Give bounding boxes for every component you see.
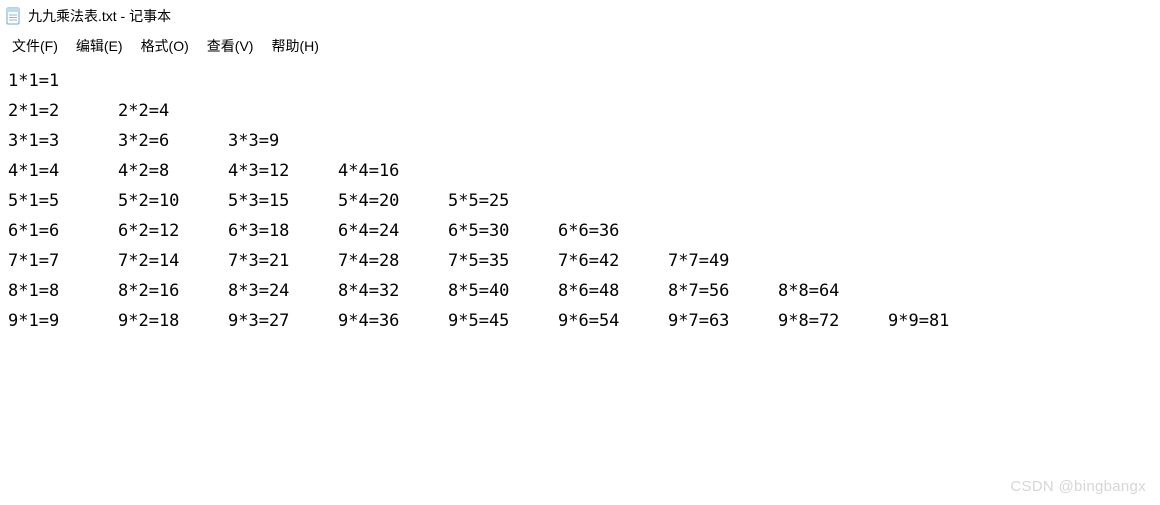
notepad-file-icon [6,7,22,25]
table-cell: 5*3=15 [228,186,338,216]
titlebar: 九九乘法表.txt - 记事本 [0,0,1160,32]
table-cell: 7*5=35 [448,246,558,276]
menu-file[interactable]: 文件(F) [4,33,68,59]
table-cell: 3*3=9 [228,126,338,156]
table-cell: 4*2=8 [118,156,228,186]
table-cell: 8*2=16 [118,276,228,306]
table-cell: 8*1=8 [8,276,118,306]
table-cell: 9*8=72 [778,306,888,336]
table-cell: 8*8=64 [778,276,888,306]
table-cell: 5*2=10 [118,186,228,216]
table-cell: 9*6=54 [558,306,668,336]
table-cell: 7*3=21 [228,246,338,276]
table-cell: 5*4=20 [338,186,448,216]
table-cell: 9*3=27 [228,306,338,336]
text-line: 9*1=99*2=189*3=279*4=369*5=459*6=549*7=6… [8,306,1152,336]
table-cell: 2*2=4 [118,96,228,126]
watermark: CSDN @bingbangx [1010,478,1146,495]
table-cell: 1*1=1 [8,66,118,96]
text-line: 8*1=88*2=168*3=248*4=328*5=408*6=488*7=5… [8,276,1152,306]
table-cell: 9*5=45 [448,306,558,336]
text-line: 4*1=44*2=84*3=124*4=16 [8,156,1152,186]
text-editor-area[interactable]: 1*1=12*1=22*2=43*1=33*2=63*3=94*1=44*2=8… [0,60,1160,505]
table-cell: 2*1=2 [8,96,118,126]
table-cell: 6*6=36 [558,216,668,246]
table-cell: 8*6=48 [558,276,668,306]
table-cell: 3*1=3 [8,126,118,156]
table-cell: 8*5=40 [448,276,558,306]
table-cell: 6*4=24 [338,216,448,246]
menubar: 文件(F) 编辑(E) 格式(O) 查看(V) 帮助(H) [0,32,1160,60]
table-cell: 6*3=18 [228,216,338,246]
text-line: 1*1=1 [8,66,1152,96]
table-cell: 4*1=4 [8,156,118,186]
text-line: 2*1=22*2=4 [8,96,1152,126]
table-cell: 9*7=63 [668,306,778,336]
text-line: 6*1=66*2=126*3=186*4=246*5=306*6=36 [8,216,1152,246]
table-cell: 8*7=56 [668,276,778,306]
table-cell: 8*3=24 [228,276,338,306]
text-line: 3*1=33*2=63*3=9 [8,126,1152,156]
table-cell: 6*2=12 [118,216,228,246]
table-cell: 7*6=42 [558,246,668,276]
table-cell: 8*4=32 [338,276,448,306]
table-cell: 7*1=7 [8,246,118,276]
table-cell: 5*5=25 [448,186,558,216]
table-cell: 4*4=16 [338,156,448,186]
table-cell: 9*2=18 [118,306,228,336]
table-cell: 7*2=14 [118,246,228,276]
table-cell: 9*1=9 [8,306,118,336]
menu-format[interactable]: 格式(O) [133,33,199,59]
table-cell: 5*1=5 [8,186,118,216]
table-cell: 7*7=49 [668,246,778,276]
window-title: 九九乘法表.txt - 记事本 [28,6,171,26]
table-cell: 4*3=12 [228,156,338,186]
table-cell: 6*1=6 [8,216,118,246]
text-line: 7*1=77*2=147*3=217*4=287*5=357*6=427*7=4… [8,246,1152,276]
menu-edit[interactable]: 编辑(E) [68,33,133,59]
table-cell: 6*5=30 [448,216,558,246]
table-cell: 3*2=6 [118,126,228,156]
table-cell: 7*4=28 [338,246,448,276]
menu-help[interactable]: 帮助(H) [263,33,328,59]
table-cell: 9*9=81 [888,306,998,336]
menu-view[interactable]: 查看(V) [199,33,264,59]
table-cell: 9*4=36 [338,306,448,336]
text-line: 5*1=55*2=105*3=155*4=205*5=25 [8,186,1152,216]
